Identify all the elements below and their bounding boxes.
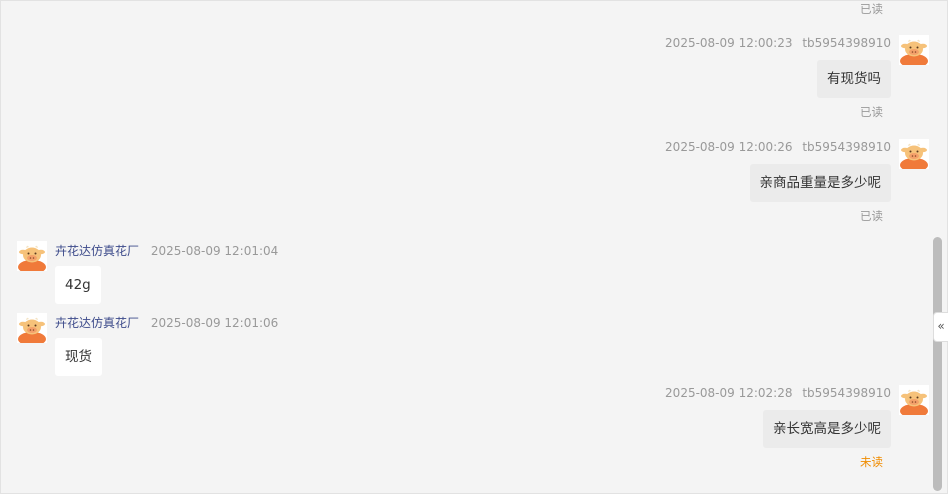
message-meta: 2025-08-09 12:02:28 tb5954398910	[665, 386, 891, 400]
shop-name: 卉花达仿真花厂	[55, 316, 140, 330]
message-sender: tb5954398910	[802, 140, 891, 154]
message-bubble: 有现货吗	[817, 60, 891, 98]
user-avatar	[899, 139, 929, 169]
user-avatar	[899, 385, 929, 415]
message-timestamp: 2025-08-09 12:02:28	[665, 386, 793, 400]
message-timestamp: 2025-08-09 12:00:23	[665, 36, 793, 50]
double-chevron-left-icon[interactable]: «	[933, 312, 948, 342]
shop-name: 卉花达仿真花厂	[55, 244, 140, 258]
message-bubble: 现货	[55, 338, 102, 376]
user-avatar	[899, 35, 929, 65]
read-status: 已读	[860, 105, 883, 119]
message-sender: tb5954398910	[802, 386, 891, 400]
shop-avatar	[17, 241, 47, 271]
shop-avatar	[17, 313, 47, 343]
message-meta: 2025-08-09 12:00:23 tb5954398910	[665, 36, 891, 50]
read-status: 已读	[860, 2, 883, 16]
scrollbar-thumb[interactable]	[933, 237, 942, 491]
message-sender: tb5954398910	[802, 36, 891, 50]
message-meta: 2025-08-09 12:00:26 tb5954398910	[665, 140, 891, 154]
message-timestamp: 2025-08-09 12:00:26	[665, 140, 793, 154]
read-status: 已读	[860, 209, 883, 223]
chat-message-panel: 已读 2025-08-09 12:00:23 tb5954398910 有现货吗…	[0, 0, 948, 494]
message-meta: 卉花达仿真花厂 2025-08-09 12:01:06	[55, 314, 278, 331]
message-bubble: 42g	[55, 266, 101, 304]
message-bubble: 亲商品重量是多少呢	[749, 164, 891, 202]
message-meta: 卉花达仿真花厂 2025-08-09 12:01:04	[55, 242, 278, 259]
message-bubble: 亲长宽高是多少呢	[763, 410, 891, 448]
unread-status: 未读	[860, 455, 883, 469]
message-timestamp: 2025-08-09 12:01:06	[150, 316, 279, 330]
message-timestamp: 2025-08-09 12:01:04	[150, 244, 279, 258]
